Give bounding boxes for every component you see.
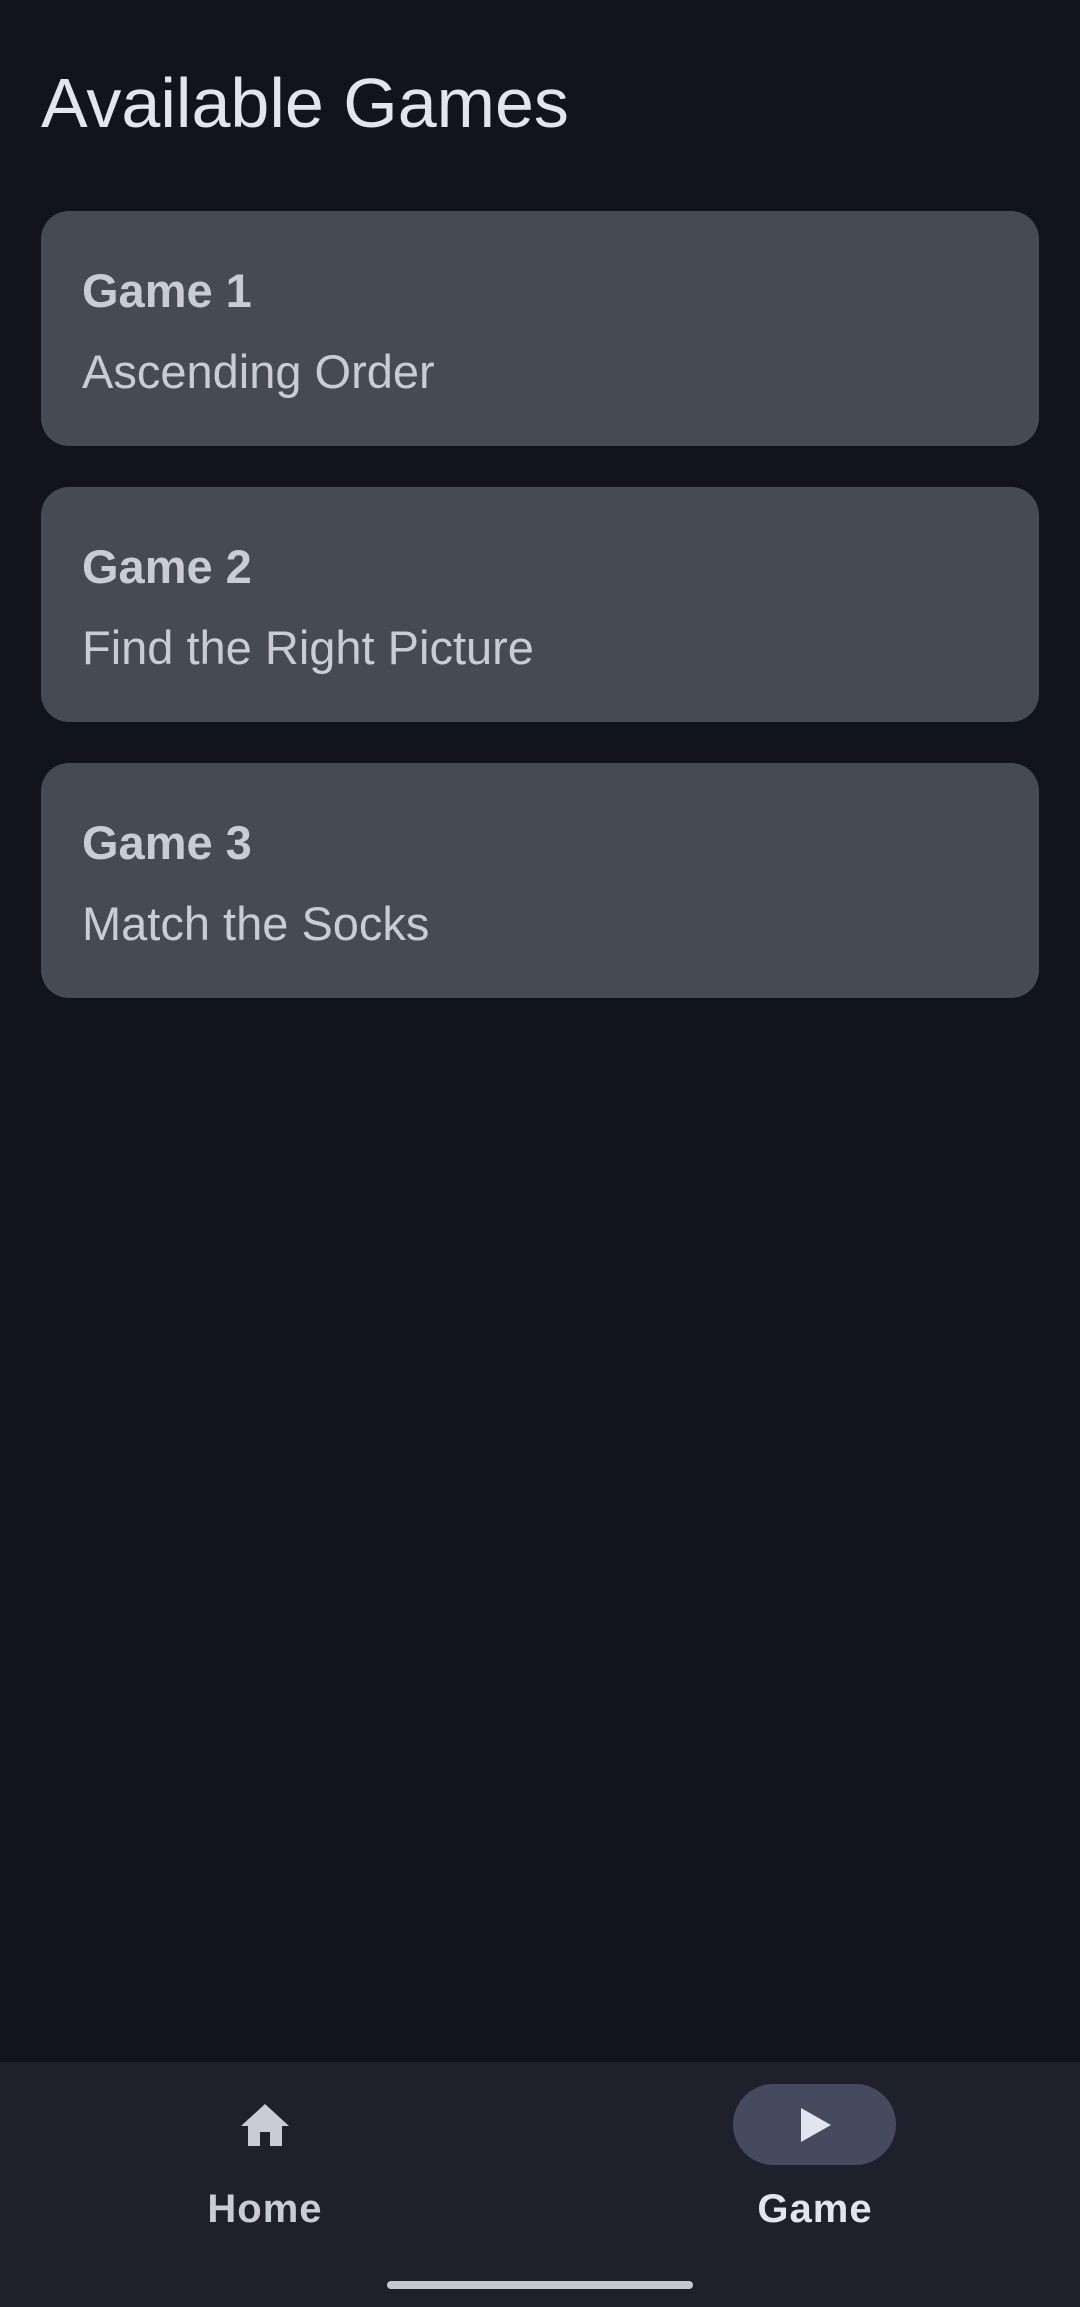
game-card-3[interactable]: Game 3 Match the Socks bbox=[41, 763, 1039, 998]
game-subtitle: Find the Right Picture bbox=[82, 621, 534, 674]
game-card-1[interactable]: Game 1 Ascending Order bbox=[41, 211, 1039, 446]
bottom-navigation: Home Game bbox=[0, 2062, 1080, 2307]
game-subtitle: Match the Socks bbox=[82, 897, 430, 950]
game-subtitle: Ascending Order bbox=[82, 345, 435, 398]
games-list: Game 1 Ascending Order Game 2 Find the R… bbox=[41, 211, 1039, 1039]
home-icon bbox=[233, 2099, 297, 2151]
nav-item-home[interactable]: Home bbox=[115, 2084, 415, 2234]
nav-label-game: Game bbox=[757, 2187, 873, 2231]
gesture-handle[interactable] bbox=[387, 2281, 693, 2289]
page-title: Available Games bbox=[41, 64, 569, 142]
nav-item-game[interactable]: Game bbox=[665, 2084, 965, 2234]
game-title: Game 3 bbox=[82, 816, 252, 869]
game-card-2[interactable]: Game 2 Find the Right Picture bbox=[41, 487, 1039, 722]
play-icon bbox=[783, 2099, 847, 2151]
game-title: Game 1 bbox=[82, 264, 252, 317]
game-title: Game 2 bbox=[82, 540, 252, 593]
nav-label-home: Home bbox=[207, 2187, 323, 2231]
